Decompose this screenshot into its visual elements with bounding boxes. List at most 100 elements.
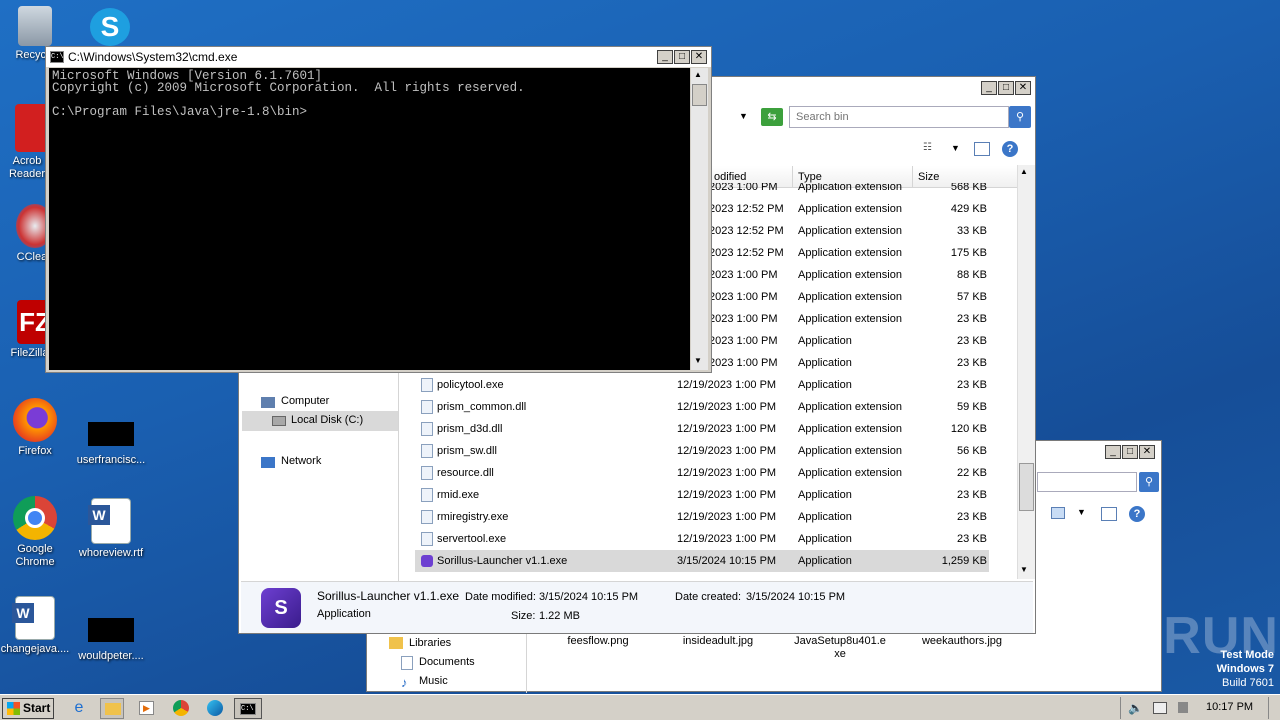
nav-documents[interactable]: Documents	[419, 656, 475, 668]
file-type: Application extension	[798, 445, 902, 457]
file-type: Application	[798, 379, 852, 391]
file-date: 12/19/2023 1:00 PM	[677, 423, 777, 435]
clock[interactable]: 10:17 PM	[1206, 701, 1253, 713]
help-icon[interactable]: ?	[1002, 141, 1018, 157]
desktop-icon-firefox[interactable]: Firefox	[0, 398, 70, 458]
desktop-icon-whoreview[interactable]: W whoreview.rtf	[76, 498, 146, 560]
vertical-scrollbar[interactable]: ▲ ▼	[1017, 165, 1035, 579]
file-row[interactable]: servertool.exe 12/19/2023 1:00 PM Applicat…	[415, 528, 1017, 550]
maximize-button[interactable]: □	[1122, 445, 1138, 459]
blank-icon	[88, 618, 134, 642]
file-row[interactable]: policytool.exe 12/19/2023 1:00 PM Applicat…	[415, 374, 1017, 396]
file-date: 2023 12:52 PM	[709, 203, 784, 215]
search-input[interactable]	[789, 106, 1009, 128]
minimize-button[interactable]: _	[1105, 445, 1121, 459]
nav-network[interactable]: Network	[281, 455, 321, 467]
music-icon: ♪	[401, 675, 408, 690]
nav-computer[interactable]: Computer	[281, 395, 329, 407]
preview-pane-icon[interactable]	[974, 142, 990, 156]
cmd-scrollbar[interactable]: ▲ ▼	[691, 68, 708, 370]
maximize-button[interactable]: □	[998, 81, 1014, 95]
file-size: 23 KB	[957, 533, 987, 545]
desktop-icon-skype[interactable]: S	[80, 8, 140, 49]
scroll-down-icon[interactable]: ▼	[1020, 565, 1028, 574]
file-size: 1,259 KB	[941, 555, 987, 567]
minimize-button[interactable]: _	[981, 81, 997, 95]
desktop-icon-userfrancisc[interactable]: userfrancisc...	[74, 414, 148, 467]
nav-local-disk-selected[interactable]: Local Disk (C:)	[242, 411, 398, 431]
file-type: Application	[798, 357, 852, 369]
chevron-down-icon[interactable]: ▼	[1077, 507, 1086, 517]
window-controls: _ □ ✕	[657, 50, 707, 64]
close-button[interactable]: ✕	[1139, 445, 1155, 459]
views-icon[interactable]: ☷	[923, 142, 932, 153]
file-item[interactable]: insideadult.jpg	[663, 635, 773, 647]
ie-icon[interactable]: e	[68, 698, 90, 719]
cmd-title-bar[interactable]: C:\ C:\Windows\System32\cmd.exe _ □ ✕	[46, 47, 711, 67]
window-controls: _ □ ✕	[981, 81, 1031, 95]
file-row[interactable]: rmid.exe 12/19/2023 1:00 PM Application 23 …	[415, 484, 1017, 506]
desktop-icon-wouldpeter[interactable]: wouldpeter....	[74, 610, 148, 663]
chrome-taskbar-icon[interactable]	[172, 698, 190, 719]
preview-pane-icon[interactable]	[1101, 507, 1117, 521]
file-row[interactable]: prism_common.dll 12/19/2023 1:00 PM Applic…	[415, 396, 1017, 418]
file-type: Application	[798, 489, 852, 501]
file-row[interactable]: prism_sw.dll 12/19/2023 1:00 PM Applicatio…	[415, 440, 1017, 462]
chevron-down-icon[interactable]: ▼	[951, 143, 960, 153]
nav-music[interactable]: Music	[419, 675, 448, 687]
file-size: 59 KB	[957, 401, 987, 413]
file-date: 2023 12:52 PM	[709, 247, 784, 259]
file-name: prism_d3d.dll	[437, 423, 503, 435]
explorer-taskbar-button[interactable]	[100, 698, 124, 719]
flag-icon[interactable]	[1176, 698, 1190, 719]
file-size: 22 KB	[957, 467, 987, 479]
file-size: 23 KB	[957, 313, 987, 325]
file-item[interactable]: JavaSetup8u401.e xe	[785, 635, 895, 661]
file-item[interactable]: feesflow.png	[543, 635, 653, 647]
file-row[interactable]: resource.dll 12/19/2023 1:00 PM Applicatio…	[415, 462, 1017, 484]
show-desktop-button[interactable]	[1268, 697, 1278, 719]
documents-icon	[401, 656, 413, 670]
desktop-icon-chrome[interactable]: Google Chrome	[0, 496, 70, 569]
file-icon	[421, 444, 433, 458]
close-button[interactable]: ✕	[1015, 81, 1031, 95]
network-tray-icon[interactable]	[1152, 698, 1168, 719]
file-row-selected[interactable]: Sorillus-Launcher v1.1.exe 3/15/2024 10:1…	[415, 550, 989, 572]
scroll-up-icon[interactable]: ▲	[694, 70, 702, 79]
cmd-console[interactable]: Microsoft Windows [Version 6.1.7601] Copy…	[49, 68, 690, 370]
file-row[interactable]: rmiregistry.exe 12/19/2023 1:00 PM Applica…	[415, 506, 1017, 528]
search-input[interactable]	[1037, 472, 1137, 492]
edge-icon[interactable]	[206, 698, 224, 719]
details-date-created: 3/15/2024 10:15 PM	[746, 591, 846, 603]
cmd-window[interactable]: C:\ C:\Windows\System32\cmd.exe _ □ ✕ Mi…	[45, 46, 712, 373]
file-date: 2023 1:00 PM	[709, 357, 778, 369]
help-icon[interactable]: ?	[1129, 506, 1145, 522]
details-pane: S Sorillus-Launcher v1.1.exe Application…	[241, 581, 1033, 633]
desktop-icon-changejava[interactable]: W changejava....	[0, 596, 70, 656]
file-item[interactable]: weekauthors.jpg	[907, 635, 1017, 647]
cmd-taskbar-button[interactable]: C:\	[234, 698, 262, 719]
volume-icon[interactable]: 🔈	[1128, 698, 1144, 719]
start-label: Start	[23, 701, 51, 715]
scroll-up-icon[interactable]: ▲	[1020, 167, 1028, 176]
file-row[interactable]: prism_d3d.dll 12/19/2023 1:00 PM Applicati…	[415, 418, 1017, 440]
file-type: Application	[798, 533, 852, 545]
close-button[interactable]: ✕	[691, 50, 707, 64]
search-icon[interactable]: ⚲	[1139, 472, 1159, 492]
address-dropdown-icon[interactable]: ▼	[739, 111, 748, 121]
media-player-icon[interactable]: ▶	[138, 698, 156, 719]
blank-icon	[88, 422, 134, 446]
refresh-icon[interactable]: ⇆	[761, 108, 783, 126]
scrollbar-thumb[interactable]	[692, 84, 707, 106]
minimize-button[interactable]: _	[657, 50, 673, 64]
sorillus-app-icon: S	[261, 588, 301, 628]
network-icon	[261, 457, 275, 468]
view-icon[interactable]	[1051, 507, 1065, 519]
nav-libraries[interactable]: Libraries	[409, 637, 451, 649]
scroll-down-icon[interactable]: ▼	[694, 356, 702, 365]
file-size: 23 KB	[957, 379, 987, 391]
start-button[interactable]: Start	[2, 698, 54, 719]
maximize-button[interactable]: □	[674, 50, 690, 64]
search-icon[interactable]: ⚲	[1009, 106, 1031, 128]
scrollbar-thumb[interactable]	[1019, 463, 1034, 511]
